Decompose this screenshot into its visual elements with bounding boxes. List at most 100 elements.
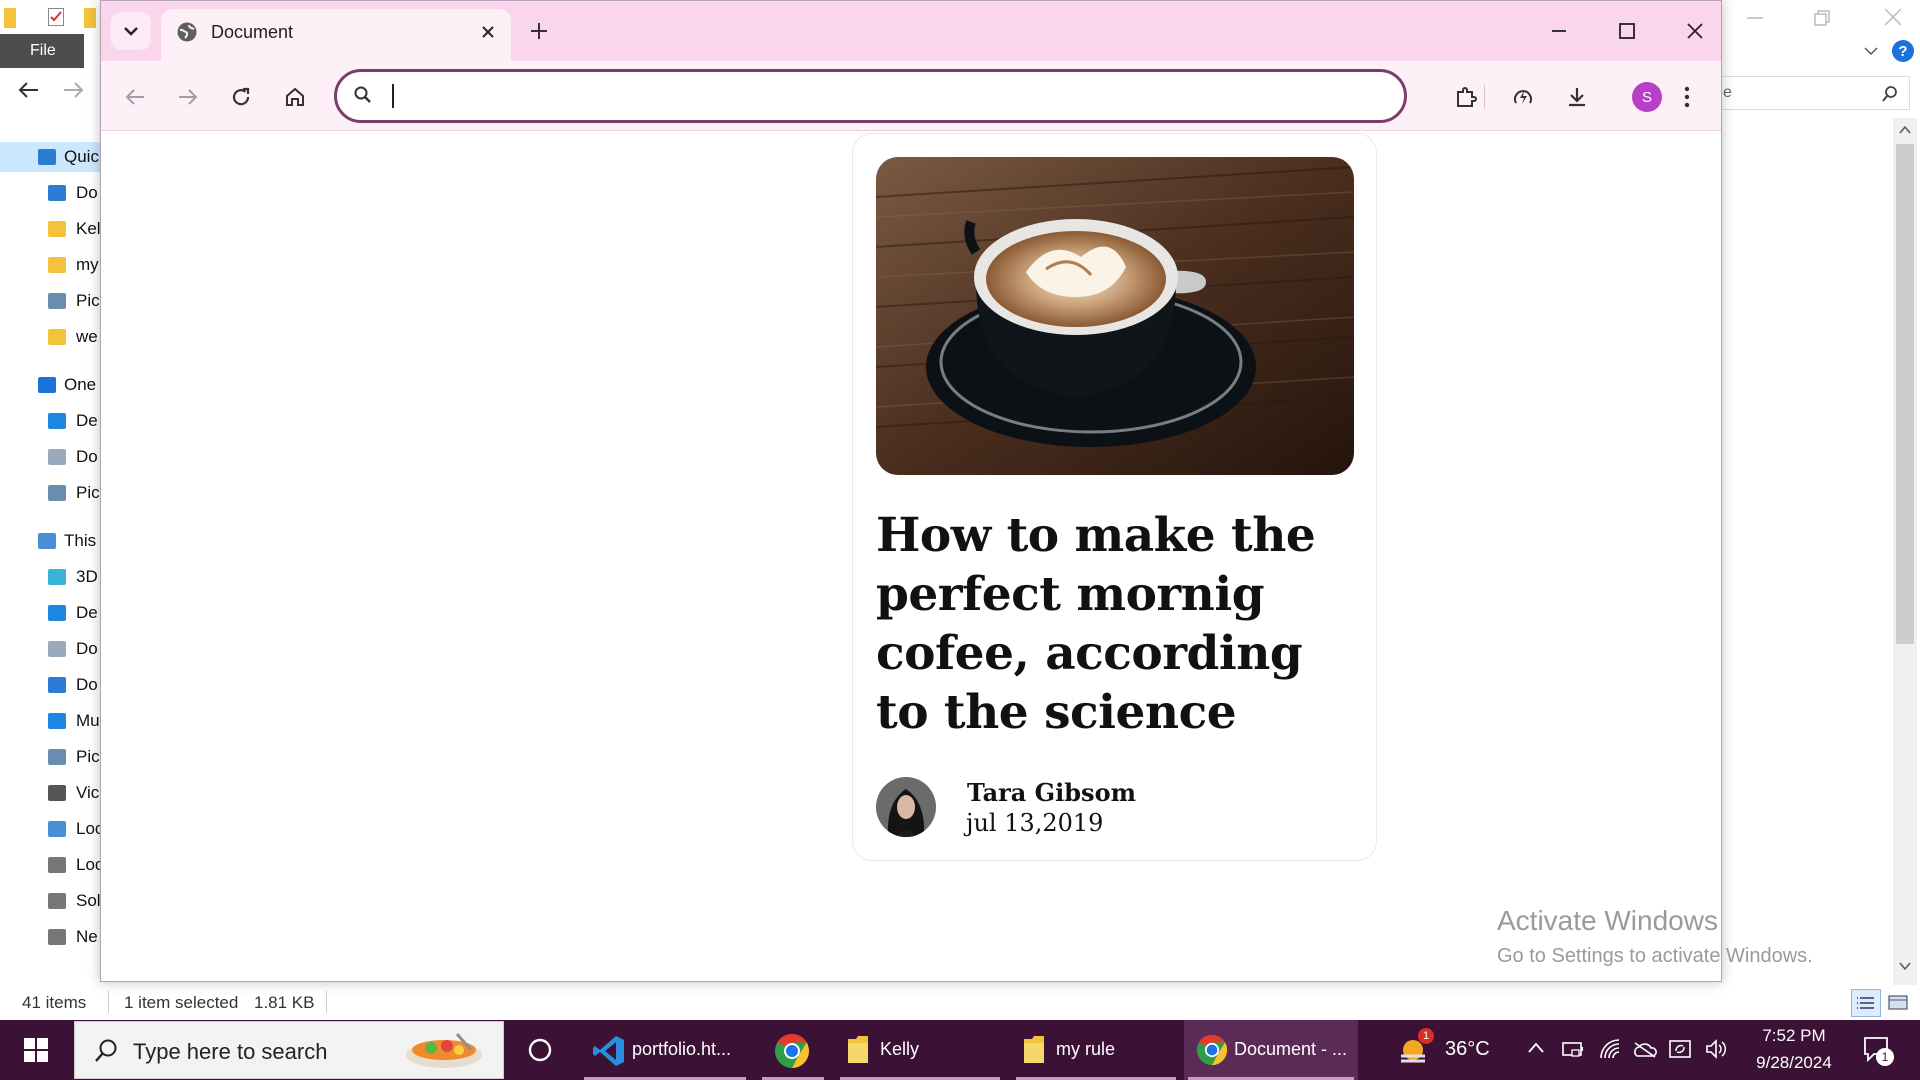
clock-date[interactable]: 9/28/2024 (1744, 1053, 1844, 1073)
battery-icon[interactable] (1560, 1038, 1586, 1065)
nav-tree-item[interactable]: Do (0, 634, 101, 664)
folder-icon[interactable] (84, 8, 96, 28)
explorer-scrollbar[interactable] (1893, 118, 1917, 985)
nav-tree-item[interactable]: Sol (0, 886, 101, 916)
performance-button[interactable] (1503, 77, 1543, 117)
weather-temperature[interactable]: 36°C (1445, 1038, 1490, 1061)
search-box[interactable]: e (1720, 76, 1910, 110)
onedrive-icon[interactable] (1632, 1040, 1658, 1063)
item-count: 41 items (22, 993, 87, 1012)
address-input[interactable] (389, 78, 1379, 114)
nav-tree-label: Loc (76, 819, 101, 838)
nav-tree-item[interactable]: Quic (0, 142, 101, 172)
nav-tree-item[interactable]: my (0, 250, 101, 280)
menu-button[interactable] (1667, 77, 1707, 117)
close-tab-button[interactable] (473, 17, 503, 47)
taskbar-app-vscode[interactable]: portfolio.ht... (580, 1020, 750, 1080)
nav-tree-item[interactable]: Vic (0, 778, 101, 808)
volume-icon[interactable] (1704, 1038, 1728, 1065)
nav-tree-item[interactable]: Mu (0, 706, 101, 736)
notification-center-button[interactable]: 1 (1862, 1034, 1896, 1068)
tab-search-button[interactable] (111, 12, 151, 50)
chrome-icon (775, 1034, 809, 1068)
sync-icon[interactable] (1668, 1038, 1692, 1065)
nav-tree-item[interactable]: This (0, 526, 101, 556)
taskbar-app-chrome-document[interactable]: Document - ... (1184, 1020, 1358, 1080)
home-button[interactable] (275, 77, 315, 117)
properties-icon[interactable] (48, 8, 64, 26)
nav-tree-item[interactable]: Kel (0, 214, 101, 244)
browser-window: Document S How to make the perfect morni… (100, 0, 1722, 982)
clock-time[interactable]: 7:52 PM (1756, 1026, 1832, 1046)
task-view-button[interactable] (520, 1030, 560, 1070)
forward-arrow-icon[interactable] (62, 80, 86, 106)
nav-tree-label: This (64, 531, 97, 550)
wifi-icon[interactable] (1598, 1038, 1622, 1065)
minimize-icon[interactable] (1745, 8, 1765, 28)
taskbar-app-label: Document - ... (1234, 1039, 1348, 1059)
maximize-button[interactable] (1597, 9, 1657, 53)
nav-tree-item[interactable]: Loc (0, 850, 101, 880)
scroll-down-icon[interactable] (1898, 960, 1912, 972)
back-button[interactable] (115, 77, 155, 117)
nav-tree-item[interactable]: De (0, 598, 101, 628)
details-view-icon[interactable] (1851, 989, 1881, 1017)
nav-tree-item[interactable]: Do (0, 178, 101, 208)
toolbar-divider (1484, 85, 1485, 109)
close-window-button[interactable] (1665, 9, 1725, 53)
downloads-button[interactable] (1557, 77, 1597, 117)
address-bar[interactable] (334, 69, 1407, 123)
nav-tree-item[interactable]: One (0, 370, 101, 400)
folder-icon (48, 221, 66, 237)
nav-tree-item[interactable]: Pic (0, 742, 101, 772)
close-icon (482, 26, 494, 38)
start-button[interactable] (0, 1020, 72, 1080)
chevron-down-icon[interactable] (1863, 44, 1879, 58)
forward-arrow-icon (179, 89, 198, 105)
nav-tree-item[interactable]: Do (0, 670, 101, 700)
taskbar-search[interactable]: Type here to search (74, 1021, 504, 1079)
status-bar: 41 items 1 item selected 1.81 KB (0, 985, 1920, 1020)
puzzle-icon (1457, 87, 1477, 107)
forward-button[interactable] (168, 77, 208, 117)
taskbar-app-kelly-folder[interactable]: Kelly (836, 1020, 1004, 1080)
nav-tree-item[interactable]: Pic (0, 286, 101, 316)
vscode-icon (593, 1036, 624, 1066)
reload-button[interactable] (221, 77, 261, 117)
drive-icon (48, 929, 66, 945)
nav-tree-label: Pic (76, 747, 100, 766)
reload-icon (232, 87, 250, 106)
nav-tree-item[interactable]: 3D (0, 562, 101, 592)
taskbar-app-chrome[interactable] (758, 1020, 828, 1080)
globe-icon (177, 22, 197, 42)
profile-avatar[interactable]: S (1632, 82, 1662, 112)
close-icon[interactable] (1882, 6, 1904, 28)
new-tab-button[interactable] (521, 13, 557, 49)
chrome-icon (1196, 1034, 1228, 1066)
nav-tree-item[interactable]: Ne (0, 922, 101, 952)
nav-tree-label: Do (76, 675, 98, 694)
nav-tree-label: De (76, 411, 98, 430)
nav-tree-item[interactable]: De (0, 406, 101, 436)
weather-widget[interactable]: 1 (1395, 1028, 1437, 1070)
show-hidden-icons-button[interactable] (1526, 1038, 1546, 1063)
tab-document[interactable]: Document (161, 9, 511, 61)
scroll-up-icon[interactable] (1898, 124, 1912, 136)
file-tab[interactable]: File (0, 34, 84, 68)
selection-size: 1.81 KB (254, 993, 315, 1012)
nav-tree-item[interactable]: Loc (0, 814, 101, 844)
nav-tree-label: Quic (64, 147, 99, 166)
extensions-button[interactable] (1446, 77, 1486, 117)
help-icon[interactable]: ? (1892, 40, 1914, 62)
taskbar-app-myrule-folder[interactable]: my rule (1012, 1020, 1180, 1080)
nav-tree-item[interactable]: Do (0, 442, 101, 472)
plus-icon (531, 23, 547, 39)
scroll-thumb[interactable] (1896, 144, 1914, 644)
nav-tree-item[interactable]: we (0, 322, 101, 352)
folder-icon[interactable] (4, 8, 16, 28)
back-arrow-icon[interactable] (16, 80, 40, 106)
restore-icon[interactable] (1812, 8, 1832, 28)
large-icons-view-icon[interactable] (1884, 989, 1914, 1017)
minimize-button[interactable] (1529, 9, 1589, 53)
nav-tree-item[interactable]: Pic (0, 478, 101, 508)
